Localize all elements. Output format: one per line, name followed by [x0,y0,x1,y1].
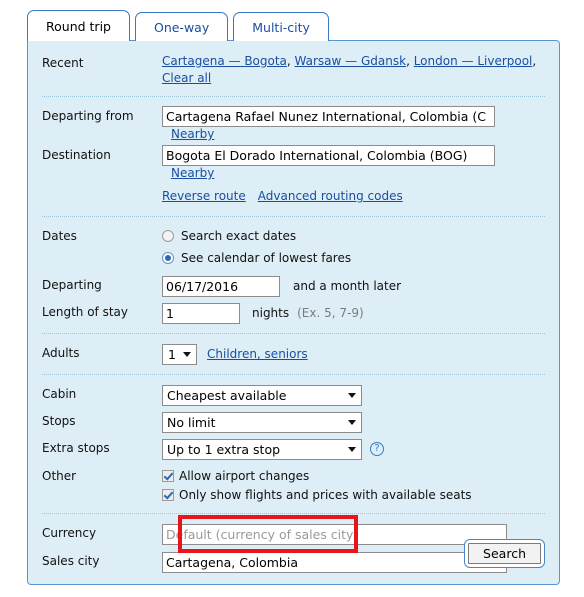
chevron-down-icon [348,447,356,452]
adults-row: Adults 1 Children, seniors [42,343,545,365]
length-of-stay-label: Length of stay [42,305,128,319]
checkbox-available-seats-indicator [162,488,174,501]
checkbox-available-seats[interactable]: Only show flights and prices with availa… [162,485,472,504]
currency-input[interactable] [162,523,507,545]
extra-stops-select-value: Up to 1 extra stop [167,441,281,457]
nights-unit-label: nights [252,306,290,320]
currency-label: Currency [42,526,97,540]
cabin-select-value: Cheapest available [167,387,287,403]
stops-select-value: No limit [167,414,216,430]
children-seniors-link[interactable]: Children, seniors [207,347,308,361]
length-of-stay-hint: (Ex. 5, 7-9) [297,306,364,320]
radio-lowest-fares[interactable]: See calendar of lowest fares [162,248,351,267]
departing-from-label: Departing from [42,109,134,123]
recent-link-3[interactable]: London — Liverpool [414,54,533,68]
radio-exact-dates-indicator [162,229,174,242]
tab-round-trip[interactable]: Round trip [27,10,130,41]
chevron-down-icon [348,420,356,425]
departing-date-input[interactable] [162,275,280,297]
route-links-row: Reverse route Advanced routing codes [42,185,545,207]
nearby-origin-link[interactable]: Nearby [171,127,214,141]
departing-from-input[interactable] [162,106,495,127]
adults-label: Adults [42,346,80,360]
destination-label: Destination [42,148,111,162]
cabin-label: Cabin [42,387,77,401]
dates-label: Dates [42,229,77,243]
nearby-destination-link[interactable]: Nearby [171,166,214,180]
divider-2 [42,216,545,217]
chevron-down-icon [183,352,191,357]
other-label: Other [42,469,77,483]
trip-type-tabs: Round trip One-way Multi-city [27,10,334,41]
divider-3 [42,333,545,334]
reverse-route-link[interactable]: Reverse route [162,189,246,203]
tab-round-trip-label: Round trip [46,18,111,34]
extra-stops-row: Extra stops Up to 1 extra stop ? [42,438,545,460]
cabin-row: Cabin Cheapest available [42,384,545,406]
search-button[interactable]: Search [468,543,541,564]
help-icon[interactable]: ? [370,442,384,456]
departing-date-suffix: and a month later [293,279,402,293]
recent-links: Cartagena — Bogota, Warsaw — Gdansk, Lon… [162,54,537,85]
tab-multi-city-label: Multi-city [252,19,310,35]
checkbox-available-seats-label: Only show flights and prices with availa… [179,487,472,502]
search-form-panel: Recent Cartagena — Bogota, Warsaw — Gdan… [27,40,560,585]
cabin-select[interactable]: Cheapest available [162,384,362,406]
destination-input[interactable] [162,145,495,166]
departing-date-label: Departing [42,278,102,292]
radio-exact-dates[interactable]: Search exact dates [162,226,296,245]
radio-exact-dates-label: Search exact dates [181,228,297,243]
tab-multi-city[interactable]: Multi-city [233,12,329,41]
length-of-stay-row: Length of stay nights (Ex. 5, 7-9) [42,302,545,324]
recent-label: Recent [42,56,84,70]
checkbox-allow-airport-changes-indicator [162,469,174,482]
recent-link-2[interactable]: Warsaw — Gdansk [295,54,407,68]
tab-one-way-label: One-way [153,19,210,35]
extra-stops-select[interactable]: Up to 1 extra stop [162,438,362,460]
divider-5 [42,513,545,514]
checkbox-allow-airport-changes-label: Allow airport changes [179,468,310,483]
recent-link-1[interactable]: Cartagena — Bogota [162,54,287,68]
clear-all-link[interactable]: Clear all [162,71,211,85]
length-of-stay-input[interactable] [162,302,240,324]
departing-date-row: Departing and a month later [42,275,545,297]
radio-lowest-fares-indicator [162,251,174,264]
tab-one-way[interactable]: One-way [134,12,229,41]
other-options-row: Other Allow airport changes Only show fl… [42,466,545,504]
recent-row: Recent Cartagena — Bogota, Warsaw — Gdan… [42,53,545,87]
divider-4 [42,374,545,375]
extra-stops-label: Extra stops [42,441,110,455]
destination-row: Destination Nearby [42,145,545,180]
checkbox-allow-airport-changes[interactable]: Allow airport changes [162,466,309,485]
route-links-spacer [42,185,162,188]
chevron-down-icon [348,393,356,398]
stops-label: Stops [42,414,76,428]
dates-row: Dates Search exact dates See calendar of… [42,226,545,267]
adults-select-value: 1 [168,346,176,362]
advanced-routing-codes-link[interactable]: Advanced routing codes [258,189,403,203]
stops-select[interactable]: No limit [162,411,362,433]
radio-lowest-fares-label: See calendar of lowest fares [181,250,352,265]
departing-from-row: Departing from Nearby [42,106,545,141]
adults-select[interactable]: 1 [162,343,197,365]
stops-row: Stops No limit [42,411,545,433]
divider-1 [42,96,545,97]
sales-city-label: Sales city [42,554,100,568]
search-button-focus-ring: Search [464,539,545,568]
sales-city-input[interactable] [162,551,507,573]
